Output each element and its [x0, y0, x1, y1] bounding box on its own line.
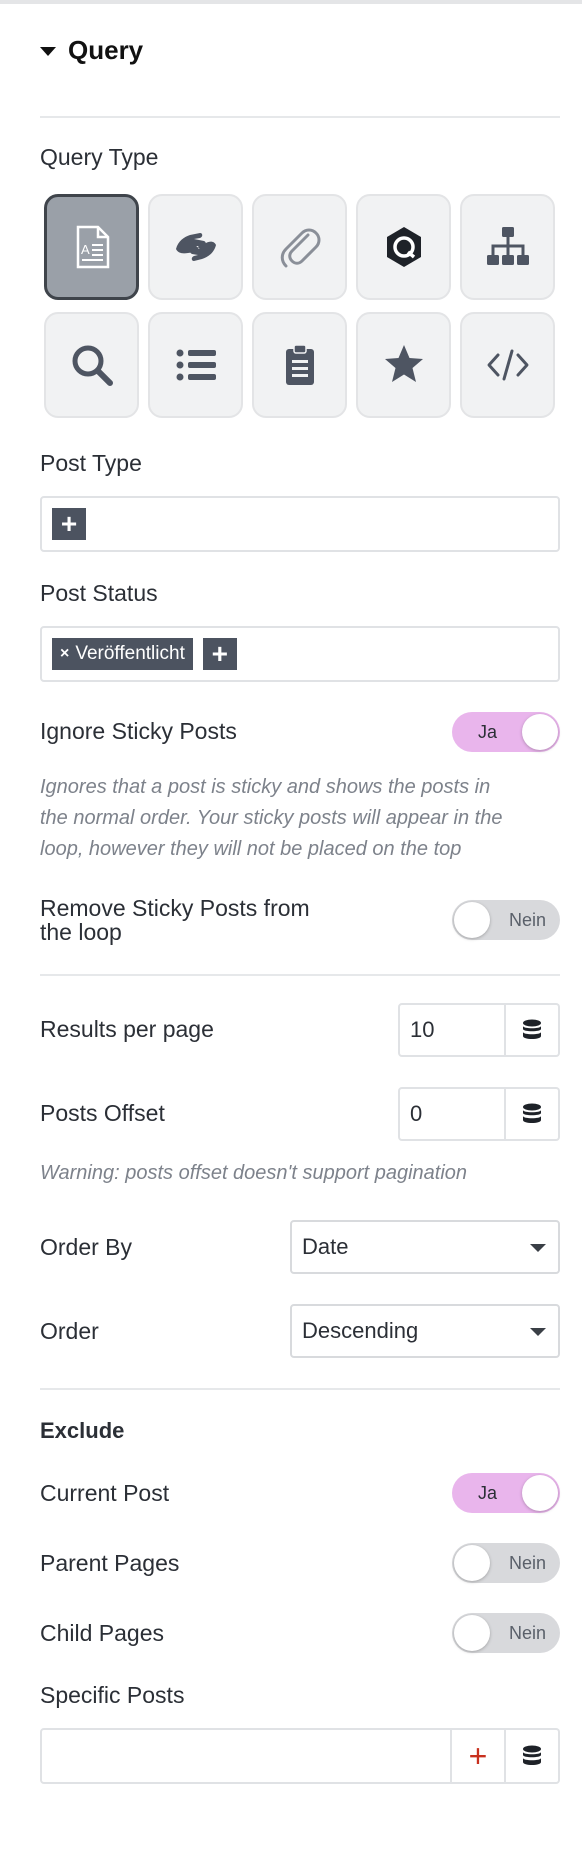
order-by-select[interactable]: Date [290, 1220, 560, 1274]
help-line: loop, however they will not be placed on… [40, 838, 462, 860]
posts-offset-label: Posts Offset [40, 1100, 165, 1126]
code-icon [487, 349, 528, 381]
chip-remove-icon[interactable]: × [60, 645, 69, 663]
query-type-label: Query Type [40, 144, 159, 170]
order-by-value: Date [302, 1234, 349, 1259]
dynamic-tags-button[interactable] [506, 1087, 560, 1141]
dropdown-arrow-icon [530, 1244, 546, 1252]
parent-pages-label: Parent Pages [40, 1550, 180, 1576]
document-icon: A [76, 225, 109, 269]
chip-label: Veröffentlicht [75, 643, 185, 664]
query-type-clipboard[interactable] [252, 312, 347, 418]
database-icon [523, 1103, 541, 1123]
search-icon [72, 345, 113, 386]
exclude-heading: Exclude [40, 1418, 125, 1443]
query-type-hexagon[interactable] [356, 194, 451, 300]
toggle-label: Nein [508, 910, 546, 930]
dynamic-tags-button[interactable] [506, 1003, 560, 1057]
order-value: Descending [302, 1318, 419, 1343]
posts-offset-control: 0 [398, 1087, 560, 1141]
order-select[interactable]: Descending [290, 1304, 560, 1358]
paperclip-icon [280, 228, 320, 268]
post-type-field[interactable]: + [40, 496, 560, 552]
help-line: the normal order. Your sticky posts will… [40, 807, 503, 829]
database-icon [523, 1019, 541, 1039]
query-type-list[interactable] [148, 312, 243, 418]
query-type-grid: A [44, 194, 558, 418]
posts-offset-input[interactable]: 0 [398, 1087, 506, 1141]
add-post-type-button[interactable]: + [52, 508, 86, 540]
add-post-status-button[interactable]: + [202, 638, 237, 670]
list-icon [176, 349, 216, 381]
help-line: Ignores that a post is sticky and shows … [40, 776, 491, 798]
dynamic-tags-button[interactable] [506, 1728, 560, 1784]
panel-top-border [0, 0, 582, 4]
query-type-document[interactable]: A [44, 194, 139, 300]
post-status-chip[interactable]: × Veröffentlicht [52, 638, 193, 670]
post-type-label: Post Type [40, 450, 142, 476]
svg-text:A: A [81, 242, 90, 257]
remove-sticky-label-line: the loop [40, 919, 122, 945]
toggle-knob [522, 1475, 558, 1511]
specific-posts-input[interactable] [40, 1728, 452, 1784]
dropdown-arrow-icon [530, 1328, 546, 1336]
toggle-knob [454, 902, 490, 938]
parent-pages-toggle[interactable]: Nein [452, 1543, 560, 1583]
query-type-search[interactable] [44, 312, 139, 418]
divider [40, 974, 560, 976]
caret-down-icon [40, 46, 56, 56]
post-status-field[interactable]: × Veröffentlicht + [40, 626, 560, 682]
remove-sticky-toggle[interactable]: Nein [452, 900, 560, 940]
remove-sticky-label: Remove Sticky Posts from the loop [40, 896, 310, 944]
toggle-label: Nein [508, 1553, 546, 1573]
current-post-toggle[interactable]: Ja [452, 1473, 560, 1513]
query-type-sign-language[interactable] [148, 194, 243, 300]
ignore-sticky-label: Ignore Sticky Posts [40, 718, 237, 744]
remove-sticky-label-line: Remove Sticky Posts from [40, 895, 310, 921]
add-specific-post-button[interactable]: + [452, 1728, 506, 1784]
ignore-sticky-help: Ignores that a post is sticky and shows … [40, 772, 560, 865]
sitemap-icon [486, 227, 529, 265]
post-status-label: Post Status [40, 580, 158, 606]
clipboard-icon [285, 344, 314, 385]
query-type-attachment[interactable] [252, 194, 347, 300]
sign-language-icon [175, 233, 216, 261]
child-pages-toggle[interactable]: Nein [452, 1613, 560, 1653]
toggle-label: Ja [478, 1483, 498, 1503]
toggle-label: Ja [478, 722, 498, 742]
ignore-sticky-toggle[interactable]: Ja [452, 712, 560, 752]
database-icon [523, 1745, 541, 1765]
query-type-sitemap[interactable] [460, 194, 555, 300]
divider [40, 1388, 560, 1390]
child-pages-label: Child Pages [40, 1620, 165, 1646]
toggle-knob [454, 1615, 490, 1651]
current-post-label: Current Post [40, 1480, 170, 1506]
specific-posts-label: Specific Posts [40, 1682, 185, 1708]
section-title: Query [68, 34, 144, 65]
query-type-star[interactable] [356, 312, 451, 418]
order-by-label: Order By [40, 1234, 133, 1260]
section-header-query[interactable]: Query [40, 32, 143, 68]
toggle-label: Nein [508, 1623, 546, 1643]
hexagon-logo-icon [386, 227, 421, 267]
results-per-page-label: Results per page [40, 1016, 214, 1042]
query-type-code[interactable] [460, 312, 555, 418]
divider [40, 116, 560, 118]
results-per-page-input[interactable]: 10 [398, 1003, 506, 1057]
toggle-knob [454, 1545, 490, 1581]
specific-posts-control: + [40, 1728, 560, 1784]
posts-offset-warning: Warning: posts offset doesn't support pa… [40, 1162, 468, 1184]
toggle-knob [522, 714, 558, 750]
results-per-page-control: 10 [398, 1003, 560, 1057]
order-label: Order [40, 1318, 99, 1344]
star-icon [384, 345, 423, 382]
